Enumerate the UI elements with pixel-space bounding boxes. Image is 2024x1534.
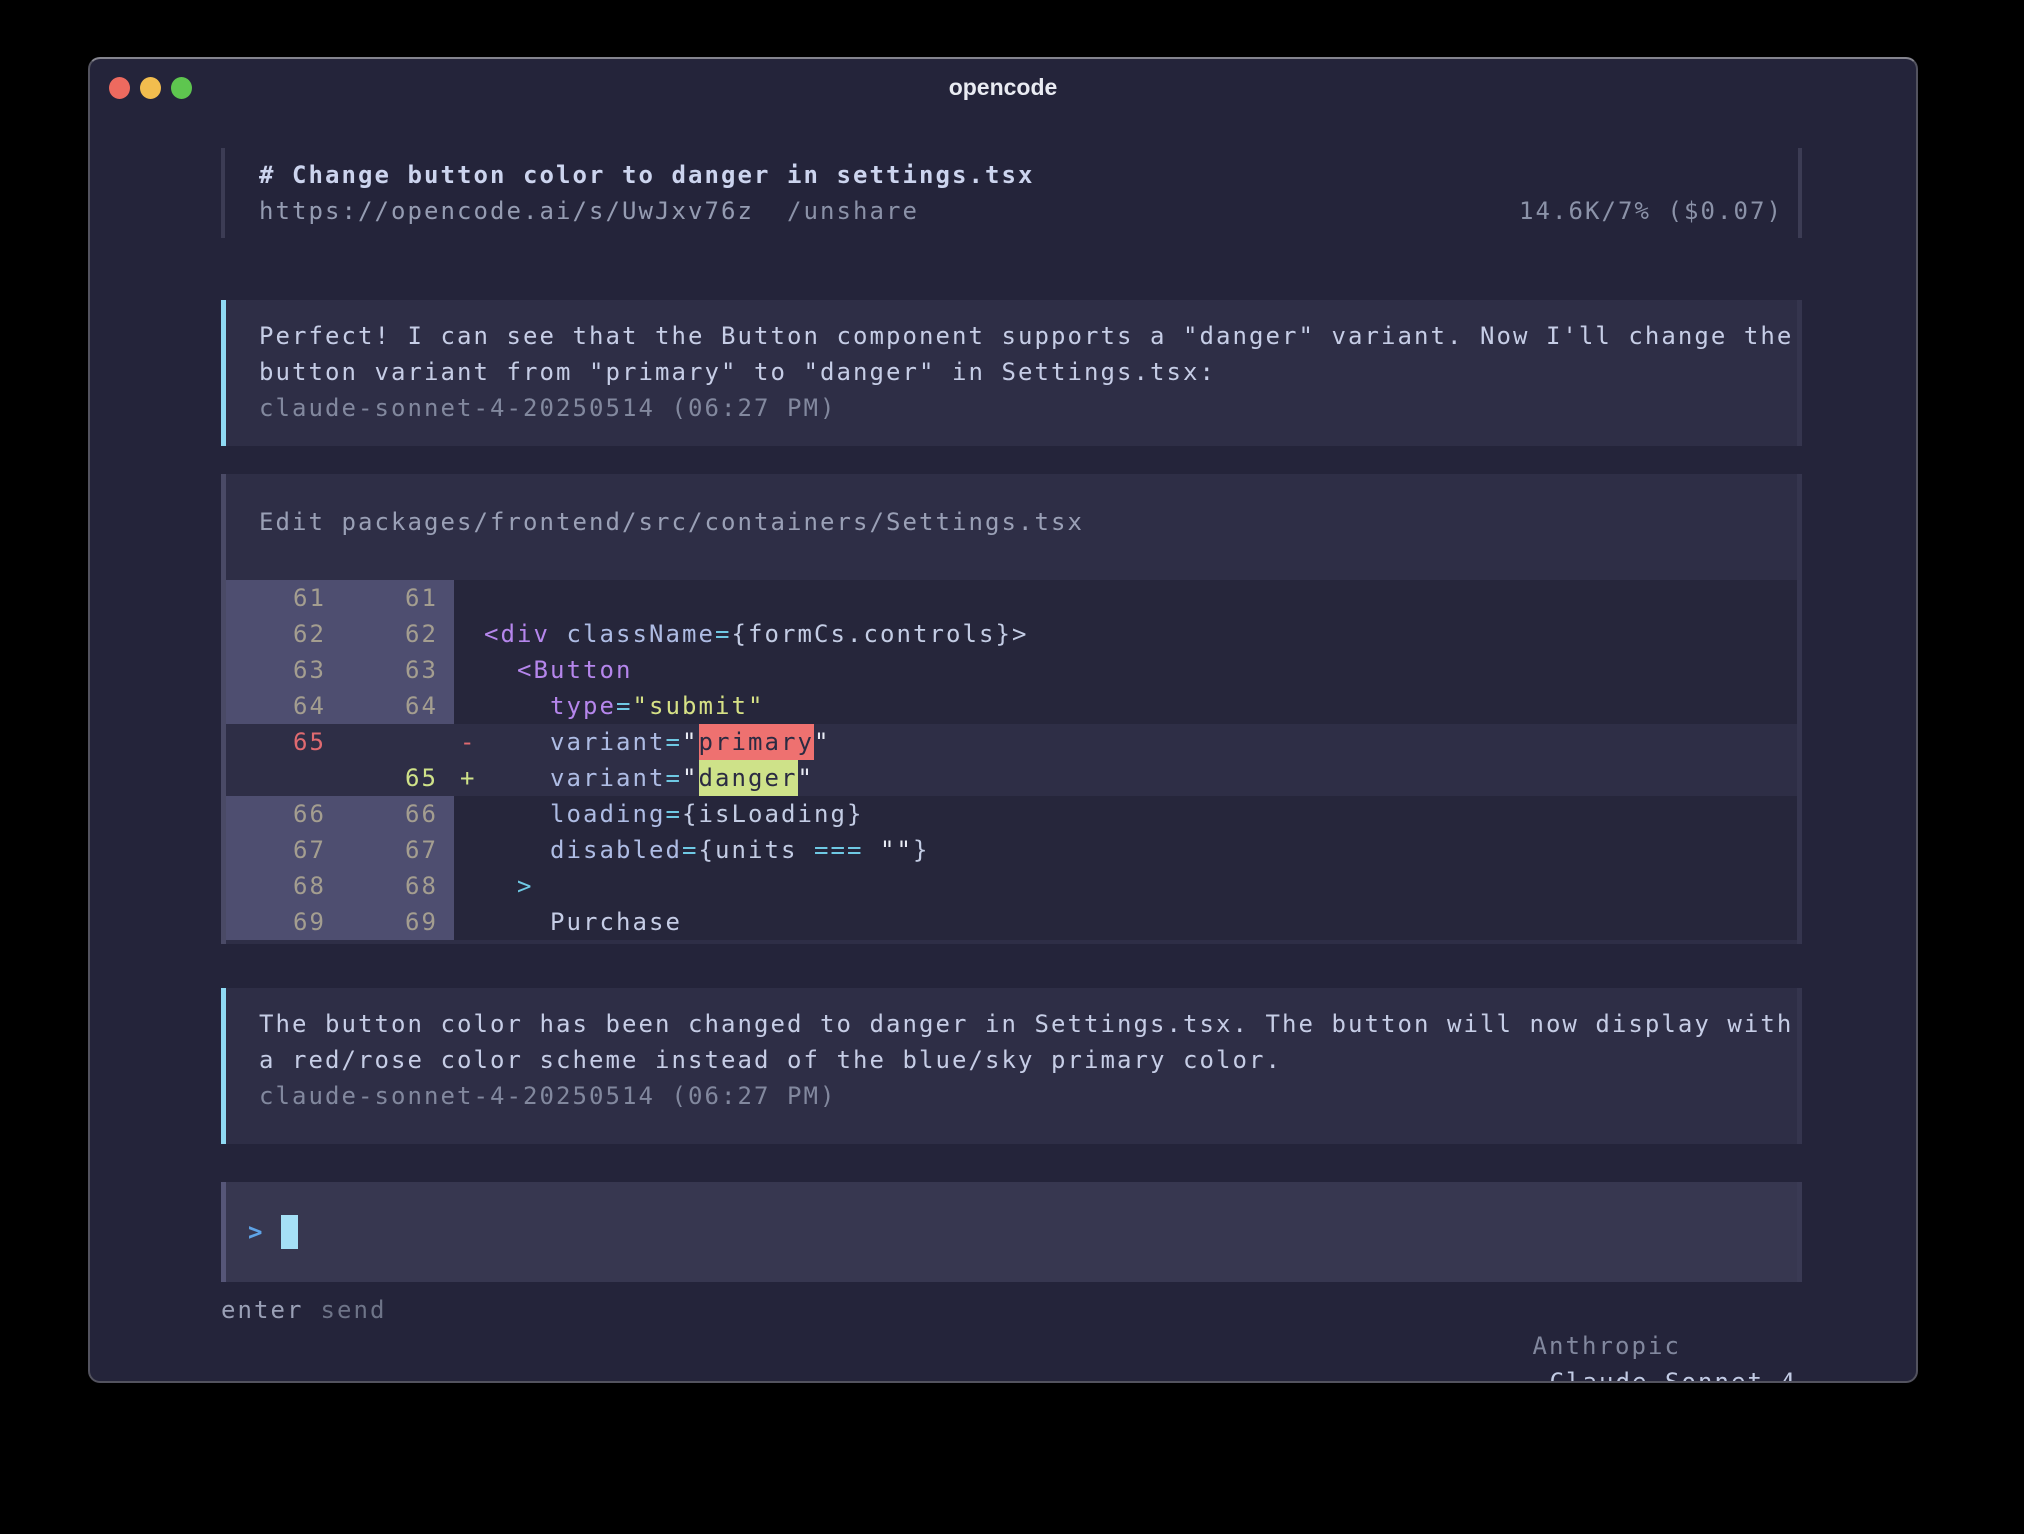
assistant-message: The button color has been changed to dan… [221, 988, 1802, 1144]
old-line-number: 61 [226, 580, 326, 616]
old-line-number: 62 [226, 616, 326, 652]
new-line-number: 69 [326, 904, 438, 940]
diff-row: 6666 loading={isLoading} [226, 796, 1797, 832]
old-line-number: 65 [226, 724, 326, 760]
model-name: Claude Sonnet 4 [1550, 1368, 1798, 1383]
diff-gutter: 6161 [226, 580, 454, 616]
assistant-message: Perfect! I can see that the Button compo… [221, 300, 1802, 446]
code-line: type="submit" [484, 688, 1797, 724]
diff-gutter: 6868 [226, 868, 454, 904]
new-line-number: 61 [326, 580, 438, 616]
message-meta: claude-sonnet-4-20250514 (06:27 PM) [259, 1078, 1797, 1114]
new-line-number: 64 [326, 688, 438, 724]
text-cursor [281, 1215, 298, 1249]
window-title: opencode [90, 74, 1916, 101]
code-line [484, 580, 1797, 616]
edit-tool-card: Edit packages/frontend/src/containers/Se… [221, 474, 1802, 944]
diff-marker [454, 796, 484, 832]
old-line-number: 63 [226, 652, 326, 688]
diff-row: 6363 <Button [226, 652, 1797, 688]
old-line-number: 66 [226, 796, 326, 832]
diff-gutter: 65 [226, 724, 454, 760]
message-meta: claude-sonnet-4-20250514 (06:27 PM) [259, 390, 1797, 426]
diff-row: 65 - variant="primary" [226, 724, 1797, 760]
session-header: # Change button color to danger in setti… [221, 148, 1802, 238]
message-text: The button color has been changed to dan… [259, 1006, 1797, 1078]
old-line-number: 64 [226, 688, 326, 724]
prompt-symbol: > [248, 1214, 265, 1250]
new-line-number [326, 724, 438, 760]
share-url-link[interactable]: https://opencode.ai/s/UwJxv76z [259, 193, 754, 229]
diff-gutter: 6767 [226, 832, 454, 868]
context-stats: 14.6K/7% ($0.07) [1519, 193, 1783, 229]
new-line-number: 62 [326, 616, 438, 652]
code-line: variant="danger" [484, 760, 1797, 796]
diff-marker [454, 904, 484, 940]
code-line: <Button [484, 652, 1797, 688]
diff-marker [454, 688, 484, 724]
old-line-number: 68 [226, 868, 326, 904]
diff-row: 6969 Purchase [226, 904, 1797, 940]
new-line-number: 63 [326, 652, 438, 688]
edit-tool-title: Edit packages/frontend/src/containers/Se… [226, 504, 1797, 540]
old-line-number [226, 760, 326, 796]
diff-marker [454, 652, 484, 688]
diff-gutter: 65 [226, 760, 454, 796]
code-line: loading={isLoading} [484, 796, 1797, 832]
old-line-number: 69 [226, 904, 326, 940]
diff-gutter: 6969 [226, 904, 454, 940]
diff-marker: - [454, 724, 484, 760]
enter-key-hint: enter [221, 1292, 304, 1383]
opencode-window: opencode # Change button color to danger… [88, 57, 1918, 1383]
send-action-hint: send [321, 1292, 387, 1383]
diff-marker: + [454, 760, 484, 796]
prompt-input[interactable]: > [221, 1182, 1802, 1282]
new-line-number: 65 [326, 760, 438, 796]
code-line: variant="primary" [484, 724, 1797, 760]
diff-marker [454, 580, 484, 616]
code-line: Purchase [484, 904, 1797, 940]
diff-gutter: 6464 [226, 688, 454, 724]
diff-row: 6767 disabled={units === ""} [226, 832, 1797, 868]
diff-row: 6262 <div className={formCs.controls}> [226, 616, 1797, 652]
diff-marker [454, 832, 484, 868]
model-provider: Anthropic [1533, 1332, 1682, 1360]
diff-row: 6464 type="submit" [226, 688, 1797, 724]
code-line: > [484, 868, 1797, 904]
diff-gutter: 6262 [226, 616, 454, 652]
session-title: # Change button color to danger in setti… [259, 157, 1783, 193]
diff-gutter: 6363 [226, 652, 454, 688]
diff-marker [454, 868, 484, 904]
diff-view: 61616262 <div className={formCs.controls}… [226, 580, 1797, 940]
diff-row: 65 + variant="danger" [226, 760, 1797, 796]
new-line-number: 67 [326, 832, 438, 868]
hint-row: enter send Anthropic Claude Sonnet 4 [221, 1292, 1802, 1383]
new-line-number: 66 [326, 796, 438, 832]
diff-marker [454, 616, 484, 652]
unshare-command[interactable]: /unshare [787, 193, 919, 229]
old-line-number: 67 [226, 832, 326, 868]
titlebar: opencode [90, 59, 1916, 117]
diff-row: 6161 [226, 580, 1797, 616]
new-line-number: 68 [326, 868, 438, 904]
diff-row: 6868 > [226, 868, 1797, 904]
code-line: <div className={formCs.controls}> [484, 616, 1797, 652]
code-line: disabled={units === ""} [484, 832, 1797, 868]
model-indicator: Anthropic Claude Sonnet 4 [1401, 1292, 1803, 1383]
diff-gutter: 6666 [226, 796, 454, 832]
message-text: Perfect! I can see that the Button compo… [259, 318, 1797, 390]
